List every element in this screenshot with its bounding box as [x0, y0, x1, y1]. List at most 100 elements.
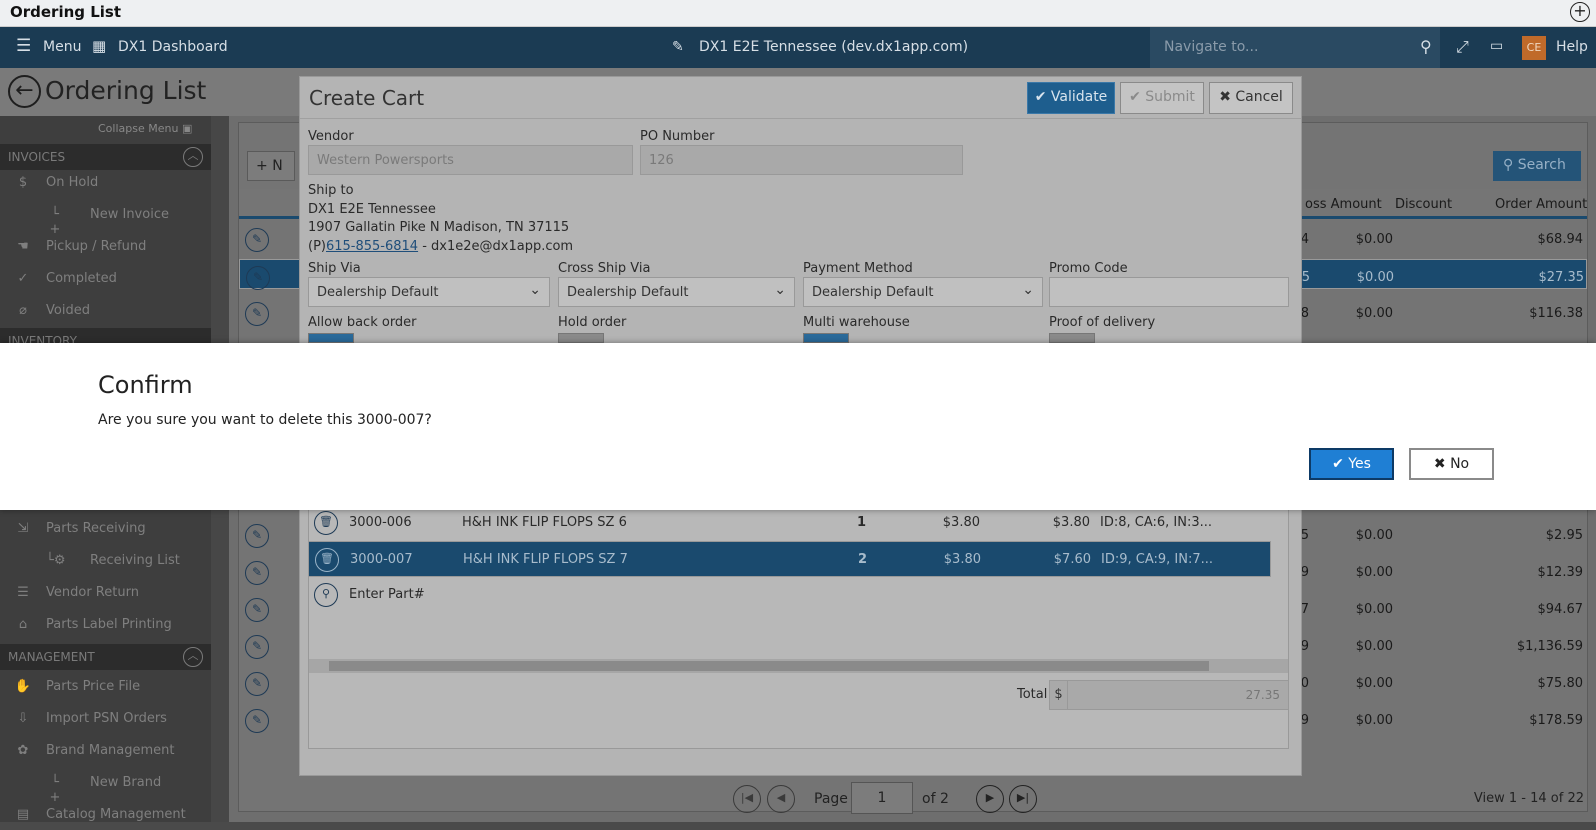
- multi-warehouse-toggle[interactable]: [803, 333, 849, 343]
- search-icon[interactable]: ⚲: [1420, 37, 1432, 56]
- next-page-icon[interactable]: ▶: [976, 785, 1004, 813]
- sidebar-item-catalog-management[interactable]: ▤ Catalog Management: [0, 800, 211, 830]
- page-input[interactable]: 1: [851, 782, 913, 814]
- proof-of-delivery-toggle[interactable]: [1049, 333, 1095, 343]
- ship-via-label: Ship Via: [308, 261, 361, 276]
- dashboard-link[interactable]: DX1 Dashboard: [118, 39, 228, 55]
- last-page-icon[interactable]: ▶|: [1009, 785, 1037, 813]
- sidebar-item-on-hold[interactable]: $ On Hold: [0, 168, 211, 198]
- search-icon[interactable]: ⚲: [314, 583, 338, 607]
- description-cell: H&H INK FLIP FLOPS SZ 6: [462, 515, 627, 530]
- fullscreen-icon[interactable]: ⤢: [1456, 37, 1469, 57]
- edit-icon[interactable]: ✎: [246, 266, 270, 290]
- proof-of-delivery-label: Proof of delivery: [1049, 315, 1156, 330]
- sidebar-item-parts-price-file[interactable]: ✋ Parts Price File: [0, 672, 211, 702]
- ship-via-select[interactable]: Dealership Default ⌄: [308, 277, 550, 307]
- collapse-chevron-icon[interactable]: ︿: [183, 147, 203, 167]
- info-cell: ID:8, CA:6, IN:3...: [1100, 515, 1213, 530]
- multi-warehouse-label: Multi warehouse: [803, 315, 910, 330]
- edit-icon[interactable]: ✎: [245, 228, 269, 252]
- edit-icon[interactable]: ✎: [245, 672, 269, 696]
- sidebar-item-parts-label-printing[interactable]: ⌂ Parts Label Printing: [0, 610, 211, 640]
- first-page-icon[interactable]: |◀: [733, 785, 761, 813]
- list-item[interactable]: 🗑 3000-007 H&H INK FLIP FLOPS SZ 7 2 $3.80 $7…: [308, 541, 1271, 577]
- add-icon[interactable]: +: [1570, 2, 1590, 22]
- horizontal-scrollbar[interactable]: [309, 659, 1288, 673]
- edit-site-icon[interactable]: ✎: [672, 39, 684, 55]
- description-cell: H&H INK FLIP FLOPS SZ 7: [463, 552, 628, 567]
- edit-icon[interactable]: ✎: [245, 524, 269, 548]
- order-amount-cell: $1,136.59: [1516, 639, 1583, 654]
- chevron-down-icon: ⌄: [1022, 282, 1034, 298]
- promo-code-input[interactable]: [1049, 277, 1289, 307]
- price-cell: $3.80: [942, 515, 980, 530]
- quantity-cell: 1: [856, 515, 866, 530]
- trash-icon[interactable]: 🗑: [315, 548, 339, 572]
- column-discount[interactable]: Discount: [1395, 197, 1452, 223]
- edit-icon[interactable]: ✎: [245, 561, 269, 585]
- po-number-field[interactable]: 126: [640, 145, 963, 175]
- yes-button[interactable]: ✔ Yes: [1309, 448, 1394, 480]
- column-gross-amount[interactable]: oss Amount: [1305, 197, 1382, 223]
- dashboard-icon[interactable]: ▦: [92, 37, 106, 55]
- total-cell: $3.80: [1052, 515, 1090, 530]
- payment-method-select[interactable]: Dealership Default ⌄: [803, 277, 1043, 307]
- site-name: DX1 E2E Tennessee (dev.dx1app.com): [699, 39, 969, 55]
- prev-page-icon[interactable]: ◀: [767, 785, 795, 813]
- sidebar-item-pickup-refund[interactable]: ☚ Pickup / Refund: [0, 232, 211, 262]
- confirm-title: Confirm: [98, 371, 193, 399]
- order-amount-cell: $178.59: [1529, 713, 1583, 728]
- collapse-chevron-icon[interactable]: ︿: [183, 647, 203, 667]
- help-link[interactable]: Help: [1556, 39, 1588, 55]
- allow-back-order-toggle[interactable]: [308, 333, 354, 343]
- total-label: Total: [1017, 687, 1048, 702]
- cross-ship-via-select[interactable]: Dealership Default ⌄: [558, 277, 795, 307]
- import-icon: ⇩: [17, 711, 29, 726]
- back-arrow-icon[interactable]: ←: [8, 75, 41, 108]
- list-item[interactable]: 🗑 3000-006 H&H INK FLIP FLOPS SZ 6 1 $3.80 $3…: [308, 505, 1271, 541]
- cancel-button[interactable]: ✖ Cancel: [1209, 82, 1293, 114]
- hamburger-icon[interactable]: ☰: [16, 36, 31, 56]
- sidebar-item-new-invoice[interactable]: └ + New Invoice: [0, 200, 211, 237]
- edit-icon[interactable]: ✎: [245, 302, 269, 326]
- order-amount-cell: $12.39: [1537, 565, 1584, 580]
- trash-icon[interactable]: 🗑: [314, 511, 338, 535]
- chat-icon[interactable]: ▭: [1490, 38, 1503, 54]
- vendor-field[interactable]: Western Powersports: [308, 145, 633, 175]
- hold-order-toggle[interactable]: [558, 333, 604, 343]
- allow-back-order-label: Allow back order: [308, 315, 417, 330]
- navigate-search-input[interactable]: Navigate to...: [1150, 27, 1440, 68]
- user-avatar[interactable]: CE: [1522, 36, 1546, 60]
- menu-button[interactable]: Menu: [43, 39, 81, 55]
- order-amount-cell: $75.80: [1537, 676, 1584, 691]
- dialog-title: Create Cart: [309, 86, 425, 110]
- invoices-section-header[interactable]: INVOICES ︿: [0, 144, 211, 170]
- column-order-amount[interactable]: Order Amount: [1495, 197, 1587, 223]
- collapse-menu-button[interactable]: Collapse Menu ▣: [98, 122, 192, 135]
- edit-icon[interactable]: ✎: [245, 709, 269, 733]
- sidebar-item-voided[interactable]: ⌀ Voided: [0, 296, 211, 326]
- sidebar-item-parts-receiving[interactable]: ⇲ Parts Receiving: [0, 514, 211, 544]
- grid-pager: |◀ ◀ Page 1 of 2 ▶ ▶| View 1 - 14 of 22: [229, 781, 1596, 822]
- scrollbar-thumb[interactable]: [329, 661, 1209, 671]
- search-button[interactable]: ⚲ Search: [1493, 151, 1581, 181]
- enter-part-input[interactable]: Enter Part#: [349, 587, 425, 602]
- submit-button[interactable]: ✔ Submit: [1120, 82, 1204, 114]
- list-icon: ☰: [17, 585, 29, 600]
- edit-icon[interactable]: ✎: [245, 598, 269, 622]
- dollar-icon: $: [18, 175, 28, 190]
- new-cart-button[interactable]: + N: [247, 151, 295, 181]
- management-section-header[interactable]: MANAGEMENT ︿: [0, 644, 211, 670]
- validate-button[interactable]: ✔ Validate: [1027, 82, 1115, 114]
- check-icon: ✓: [17, 271, 29, 286]
- no-button[interactable]: ✖ No: [1409, 448, 1494, 480]
- phone-link[interactable]: 615-855-6814: [326, 239, 418, 254]
- sidebar-item-receiving-list[interactable]: └⚙ Receiving List: [0, 546, 211, 576]
- sidebar-item-vendor-return[interactable]: ☰ Vendor Return: [0, 578, 211, 608]
- edit-icon[interactable]: ✎: [245, 635, 269, 659]
- sidebar-item-brand-management[interactable]: ✿ Brand Management: [0, 736, 211, 766]
- sidebar-item-new-brand[interactable]: └ + New Brand: [0, 768, 211, 805]
- sidebar-item-completed[interactable]: ✓ Completed: [0, 264, 211, 294]
- page-label: Page: [814, 791, 848, 807]
- sidebar-item-import-psn-orders[interactable]: ⇩ Import PSN Orders: [0, 704, 211, 734]
